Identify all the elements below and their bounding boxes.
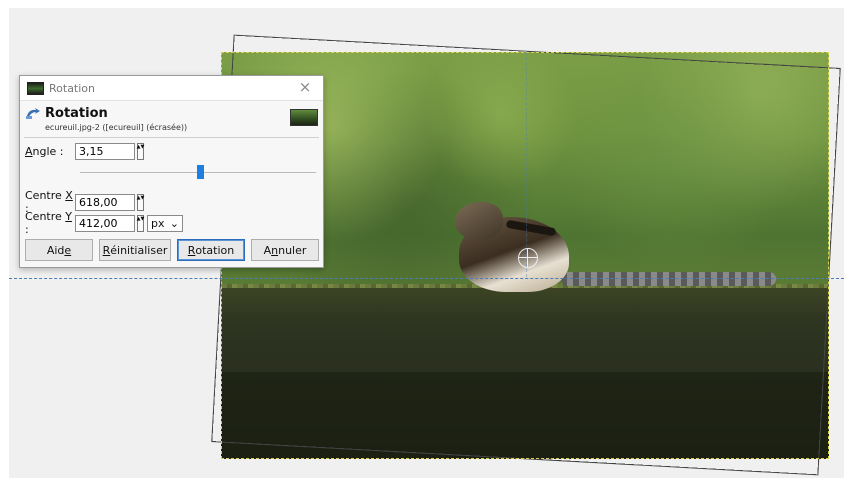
reset-button[interactable]: Réinitialiser [99,239,171,261]
spin-arrows-icon[interactable]: ▲▼ [137,193,144,211]
cancel-button[interactable]: An nuler [251,239,319,261]
unit-value: px [151,216,165,230]
rotation-dialog: Rotation × Rotation ecureuil.jpg-2 ([ecu… [19,75,324,268]
close-icon[interactable]: × [297,79,313,95]
dialog-window-title: Rotation [49,81,96,95]
center-y-spinner[interactable]: ▲▼ [75,214,144,232]
center-y-label: Centre Y : [25,210,73,236]
dialog-header: Rotation ecureuil.jpg-2 ([ecureuil] (écr… [20,101,323,137]
spin-arrows-icon[interactable]: ▲▼ [137,214,144,232]
header-separator [24,137,319,138]
image-preview-thumbnail [290,109,318,126]
rotation-center-handle[interactable] [518,248,538,268]
angle-row: Angle : ▲▼ [25,143,144,160]
center-x-spinner[interactable]: ▲▼ [75,193,144,211]
angle-label: Angle : [25,145,64,158]
center-y-input[interactable] [75,214,135,232]
angle-input[interactable] [75,143,135,160]
rotate-button[interactable]: Rotation [177,239,245,261]
chevron-down-icon: ⌄ [169,216,179,230]
dialog-heading: Rotation [45,106,108,121]
unit-dropdown[interactable]: px ⌄ [147,214,183,232]
dialog-subheading: ecureuil.jpg-2 ([ecureuil] (écrasée)) [45,123,188,132]
vertical-guide [526,52,527,277]
angle-spinner[interactable]: ▲▼ [75,143,144,160]
horizontal-guide[interactable] [9,278,844,279]
dialog-titlebar[interactable]: Rotation × [20,76,323,101]
spin-arrows-icon[interactable]: ▲▼ [137,143,144,160]
image-thumbnail-icon [27,81,44,95]
center-y-row: Centre Y : ▲▼ px ⌄ [25,210,183,236]
angle-slider-handle[interactable] [196,165,204,179]
center-x-input[interactable] [75,193,135,211]
help-button[interactable]: Aid e [25,239,93,261]
rotate-tool-icon [26,108,40,119]
dialog-buttons: Aid e Réinitialiser Rotation An nuler [25,239,319,261]
